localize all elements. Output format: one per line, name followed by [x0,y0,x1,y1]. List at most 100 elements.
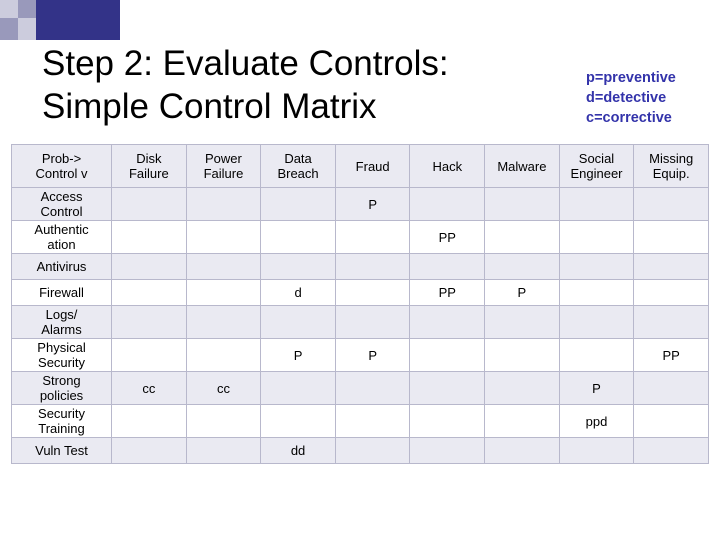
cell [558,437,635,464]
row-label-line-2: Training [38,421,85,436]
row-label-line-2: Security [38,355,85,370]
column-header-hack: Hack [409,144,486,188]
cell [409,187,486,221]
col-header-line-1: Hack [432,158,463,174]
cell [558,338,635,372]
cell [111,305,187,339]
cell [334,371,411,405]
row-label-line-2: Alarms [41,322,82,337]
row-label-line-1: Physical [37,340,86,355]
row-label-line-1: Security [38,406,85,421]
row-header-logs-alarms: Logs/ Alarms [10,305,113,339]
col-header-line-1: Malware [497,158,547,174]
cell: cc [111,371,187,405]
row-header-antivirus: Antivirus [10,253,113,280]
cell [484,437,560,464]
table-row: Physical Security P P PP [10,338,709,372]
cell [484,187,560,221]
col-header-line-1: Fraud [355,158,390,174]
cell: PP [633,338,709,372]
cell: d [260,279,336,306]
cell [558,253,635,280]
cell [185,338,262,372]
legend-line-3: c=corrective [586,110,672,126]
cell [334,437,411,464]
row-label-line-1: Access [40,189,83,204]
title-line-1: Step 2: Evaluate Controls: [42,44,449,83]
row-header-physical-security: Physical Security [10,338,113,372]
cell [111,404,187,438]
deco-square-3 [0,18,18,40]
row-label-line-1: Strong [42,373,81,388]
cell [409,404,486,438]
cell: P [334,338,411,372]
col-header-line-1: Power [205,151,242,166]
cell [484,371,560,405]
cell [558,279,635,306]
legend-line-2: d=detective [586,90,667,106]
cell [409,305,486,339]
row-label-line-1: Logs/ [45,307,78,322]
cell [260,371,336,405]
cell: PP [409,220,486,254]
col-header-line-1: Data [284,151,312,166]
cell [185,305,262,339]
header-corner-line-1: Prob-> [41,151,82,166]
column-header-missing-equip: Missing Equip. [633,144,709,188]
cell: P [484,279,560,306]
col-header-line-1: Social [578,151,615,166]
cell [185,220,262,254]
row-label-line-1: Firewall [39,285,84,300]
row-label-line-2: policies [39,388,84,403]
col-header-line-2: Equip. [652,166,690,181]
table-row: Authentic ation PP [10,220,709,254]
cell [633,253,709,280]
decorative-squares [0,0,120,40]
cell [484,305,560,339]
table-header: Prob-> Control v Disk Failure Power Fail… [10,144,709,188]
cell: PP [409,279,486,306]
cell [484,220,560,254]
cell [260,220,336,254]
cell [334,253,411,280]
cell [484,338,560,372]
row-label-line-1: Authentic [34,222,89,237]
header-corner: Prob-> Control v [10,144,113,188]
table-row: Security Training ppd [10,404,709,438]
cell [409,253,486,280]
page-title: Step 2: Evaluate Controls: Simple Contro… [42,42,572,128]
cell [111,187,187,221]
row-header-firewall: Firewall [10,279,113,306]
row-header-authentication: Authentic ation [10,220,113,254]
legend-line-1: p=preventive [586,70,676,86]
column-header-data-breach: Data Breach [260,144,336,188]
col-header-line-2: Engineer [570,166,623,181]
col-header-line-2: Failure [128,166,169,181]
column-header-social-engineer: Social Engineer [558,144,635,188]
deco-square-2 [18,0,36,18]
column-header-fraud: Fraud [334,144,411,188]
slide: Step 2: Evaluate Controls: Simple Contro… [0,0,720,540]
cell [558,305,635,339]
cell [484,404,560,438]
cell [111,253,187,280]
cell [334,220,411,254]
col-header-line-2: Breach [277,166,319,181]
deco-square-4 [18,18,36,40]
cell [260,305,336,339]
cell [633,404,709,438]
cell [409,371,486,405]
control-matrix-table: Prob-> Control v Disk Failure Power Fail… [10,144,709,464]
cell [409,338,486,372]
cell [260,187,336,221]
cell [111,220,187,254]
column-header-malware: Malware [484,144,560,188]
cell [260,253,336,280]
cell [185,253,262,280]
cell [185,404,262,438]
column-header-power-failure: Power Failure [185,144,262,188]
cell: P [260,338,336,372]
cell: P [558,371,635,405]
column-header-disk-failure: Disk Failure [111,144,187,188]
cell [558,220,635,254]
